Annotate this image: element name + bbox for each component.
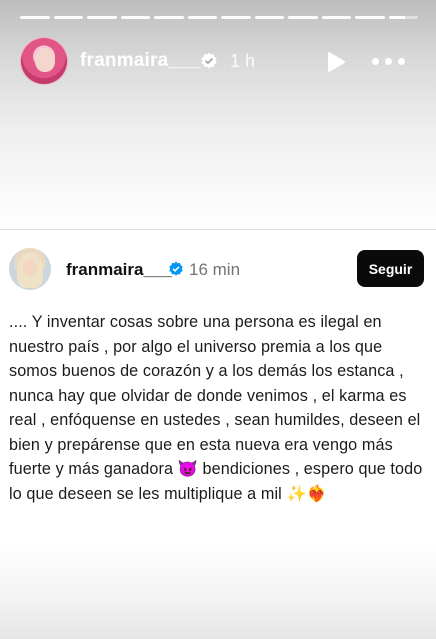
progress-segment [20, 16, 50, 19]
post-timestamp: 16 min [189, 260, 241, 279]
story-header: franmaira___ 1 h [20, 37, 416, 87]
dot [398, 58, 405, 65]
avatar-face [35, 48, 55, 72]
progress-segment [221, 16, 251, 19]
progress-segment [154, 16, 184, 19]
story-timestamp: 1 h [230, 51, 256, 71]
story-viewer: franmaira___ 1 h franmaira___ 16 min Seg… [0, 0, 436, 639]
progress-segment [321, 16, 351, 19]
post-body-text: .... Y inventar cosas sobre una persona … [9, 313, 423, 503]
avatar-face [23, 260, 37, 276]
progress-segment [288, 16, 318, 19]
dot [372, 58, 379, 65]
play-icon[interactable] [326, 51, 346, 73]
verified-badge-icon [201, 52, 217, 69]
follow-button[interactable]: Seguir [357, 250, 424, 287]
story-avatar[interactable] [20, 37, 68, 85]
progress-segment [254, 16, 284, 19]
screenshot-divider [0, 229, 436, 230]
progress-segment-current [388, 16, 418, 19]
dot [385, 58, 392, 65]
post-username[interactable]: franmaira___ [66, 260, 172, 280]
progress-segment [120, 16, 150, 19]
post-avatar[interactable] [9, 248, 51, 290]
verified-badge-icon [169, 261, 183, 276]
story-progress-bar [20, 16, 418, 19]
progress-segment [355, 16, 385, 19]
progress-segment [187, 16, 217, 19]
more-options-icon[interactable] [372, 58, 406, 66]
story-username[interactable]: franmaira___ [80, 50, 201, 72]
progress-segment [53, 16, 83, 19]
progress-segment [87, 16, 117, 19]
